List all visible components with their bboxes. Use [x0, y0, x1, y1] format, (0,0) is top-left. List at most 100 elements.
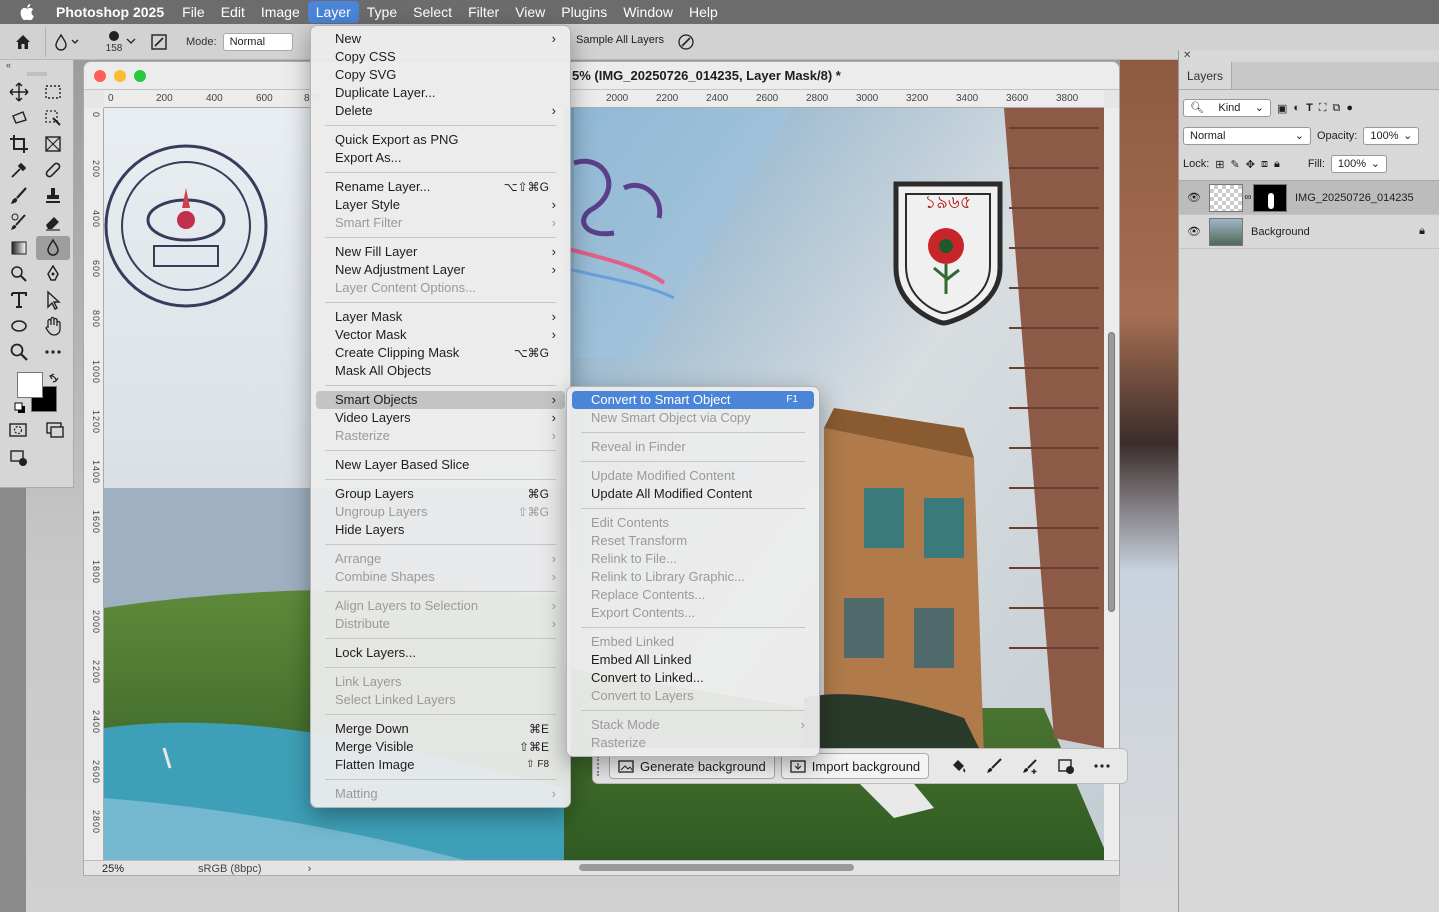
menu-item-vector-mask[interactable]: Vector Mask › — [316, 326, 565, 344]
gradient-tool-icon[interactable] — [2, 236, 36, 260]
menu-item-layer-mask[interactable]: Layer Mask › — [316, 308, 565, 326]
menu-item-lock-layers[interactable]: Lock Layers... — [316, 644, 565, 662]
eye-icon[interactable]: 👁︎ — [1179, 225, 1209, 238]
zoom-level[interactable]: 25% — [102, 863, 162, 875]
horizontal-scroll-thumb[interactable] — [579, 864, 854, 871]
menu-item-layer-style[interactable]: Layer Style › — [316, 196, 565, 214]
crop-tool-icon[interactable] — [2, 132, 36, 156]
lock-position-icon[interactable]: ✥ — [1246, 158, 1255, 171]
sample-all-layers-label[interactable]: Sample All Layers — [576, 34, 664, 46]
menu-item-merge-visible[interactable]: Merge Visible ⇧⌘E — [316, 738, 565, 756]
menu-item-new-fill-layer[interactable]: New Fill Layer › — [316, 243, 565, 261]
menu-item-merge-down[interactable]: Merge Down ⌘E — [316, 720, 565, 738]
menu-item-embed-all-linked[interactable]: Embed All Linked — [572, 651, 814, 669]
menu-item-video-layers[interactable]: Video Layers › — [316, 409, 565, 427]
filter-pixel-icon[interactable]: ▣ — [1277, 102, 1287, 115]
layer-thumbnail[interactable] — [1209, 217, 1243, 246]
close-window-button[interactable] — [94, 70, 106, 82]
eyedropper-tool-icon[interactable] — [2, 158, 36, 182]
menu-item-smart-objects[interactable]: Smart Objects › — [316, 391, 565, 409]
menu-item-convert-to-smart-object[interactable]: Convert to Smart Object F1 — [572, 391, 814, 409]
type-tool-icon[interactable] — [2, 288, 36, 312]
hand-tool-icon[interactable] — [36, 314, 70, 338]
apple-icon[interactable] — [12, 4, 42, 20]
menu-item-new[interactable]: New › — [316, 30, 565, 48]
layer-row[interactable]: 👁︎ Background 🔒︎ — [1179, 215, 1439, 249]
blur-tool-preset-icon[interactable] — [46, 27, 86, 57]
healing-brush-tool-icon[interactable] — [36, 158, 70, 182]
filter-smart-object-icon[interactable]: ⧉ — [1333, 102, 1341, 115]
close-panel-icon[interactable]: ✕ — [1179, 50, 1439, 62]
mode-select[interactable]: Normal — [222, 32, 293, 51]
mask-options-icon[interactable] — [1051, 753, 1081, 779]
menu-item-export-as[interactable]: Export As... — [316, 149, 565, 167]
edit-toolbar-icon[interactable] — [4, 446, 34, 470]
menu-item-copy-css[interactable]: Copy CSS — [316, 48, 565, 66]
object-selection-tool-icon[interactable] — [36, 106, 70, 130]
vertical-scroll-thumb[interactable] — [1108, 332, 1115, 612]
marquee-tool-icon[interactable] — [36, 80, 70, 104]
menu-item-hide-layers[interactable]: Hide Layers — [316, 521, 565, 539]
menu-type[interactable]: Type — [359, 0, 405, 24]
menu-select[interactable]: Select — [405, 0, 460, 24]
menu-filter[interactable]: Filter — [460, 0, 507, 24]
filter-adjustment-icon[interactable]: ◐ — [1293, 102, 1300, 114]
path-selection-tool-icon[interactable] — [36, 288, 70, 312]
link-icon[interactable]: ∞ — [1243, 192, 1253, 203]
menu-file[interactable]: File — [174, 0, 213, 24]
screen-mode-icon[interactable] — [44, 418, 68, 442]
layer-thumbnail[interactable] — [1209, 183, 1243, 212]
more-options-icon[interactable] — [1087, 753, 1117, 779]
collapse-arrows-icon[interactable]: « — [0, 60, 73, 70]
filter-shape-icon[interactable]: ⛶ — [1319, 102, 1327, 115]
pen-tool-icon[interactable] — [36, 262, 70, 286]
frame-tool-icon[interactable] — [36, 132, 70, 156]
lock-all-icon[interactable]: 🔒︎ — [1274, 158, 1280, 171]
default-colors-icon[interactable] — [14, 402, 26, 414]
brush-tool-icon[interactable] — [2, 184, 36, 208]
minimize-window-button[interactable] — [114, 70, 126, 82]
menu-item-mask-all-objects[interactable]: Mask All Objects — [316, 362, 565, 380]
ellipse-tool-icon[interactable] — [2, 314, 36, 338]
opacity-field[interactable]: 100% ⌄ — [1363, 127, 1420, 145]
panel-grip-icon[interactable] — [0, 70, 73, 78]
menu-layer[interactable]: Layer — [307, 1, 359, 23]
brush-mask-icon[interactable] — [979, 753, 1009, 779]
fill-bucket-icon[interactable] — [943, 753, 973, 779]
filter-type-icon[interactable]: T — [1306, 102, 1313, 114]
history-brush-tool-icon[interactable] — [2, 210, 36, 234]
menu-image[interactable]: Image — [253, 0, 308, 24]
more-tools-icon[interactable] — [36, 340, 70, 364]
move-tool-icon[interactable] — [2, 80, 36, 104]
menu-item-duplicate-layer[interactable]: Duplicate Layer... — [316, 84, 565, 102]
tab-layers[interactable]: Layers — [1179, 62, 1233, 89]
fill-field[interactable]: 100% ⌄ — [1330, 155, 1387, 173]
lock-image-icon[interactable]: ✎ — [1231, 158, 1240, 171]
lock-artboard-icon[interactable]: ⧈ — [1261, 158, 1268, 171]
filter-kind-select[interactable]: 🔍︎ Kind ⌄ — [1183, 99, 1271, 117]
eye-icon[interactable]: 👁︎ — [1179, 191, 1209, 204]
status-expand-arrow-icon[interactable]: › — [308, 863, 312, 875]
taskbar-grip-icon[interactable] — [597, 756, 603, 776]
quick-mask-icon[interactable] — [6, 418, 30, 442]
blur-tool-icon[interactable] — [36, 236, 70, 260]
layer-name[interactable]: IMG_20250726_014235 — [1295, 192, 1414, 204]
menu-item-quick-export[interactable]: Quick Export as PNG — [316, 131, 565, 149]
layer-mask-thumbnail[interactable] — [1253, 183, 1287, 212]
menu-help[interactable]: Help — [681, 0, 726, 24]
menu-item-group-layers[interactable]: Group Layers ⌘G — [316, 485, 565, 503]
menu-item-copy-svg[interactable]: Copy SVG — [316, 66, 565, 84]
menu-edit[interactable]: Edit — [213, 0, 253, 24]
menu-item-update-all-modified-content[interactable]: Update All Modified Content — [572, 485, 814, 503]
lasso-tool-icon[interactable] — [2, 106, 36, 130]
brush-add-icon[interactable] — [1015, 753, 1045, 779]
home-icon[interactable] — [0, 26, 46, 57]
layer-row[interactable]: 👁︎ ∞ IMG_20250726_014235 — [1179, 181, 1439, 215]
menu-view[interactable]: View — [507, 0, 553, 24]
menu-item-new-adjustment-layer[interactable]: New Adjustment Layer › — [316, 261, 565, 279]
lock-transparent-icon[interactable]: ⊞ — [1215, 158, 1224, 171]
eraser-tool-icon[interactable] — [36, 210, 70, 234]
menu-window[interactable]: Window — [615, 0, 681, 24]
dodge-tool-icon[interactable] — [2, 262, 36, 286]
menu-item-flatten-image[interactable]: Flatten Image ⇧ F8 — [316, 756, 565, 774]
